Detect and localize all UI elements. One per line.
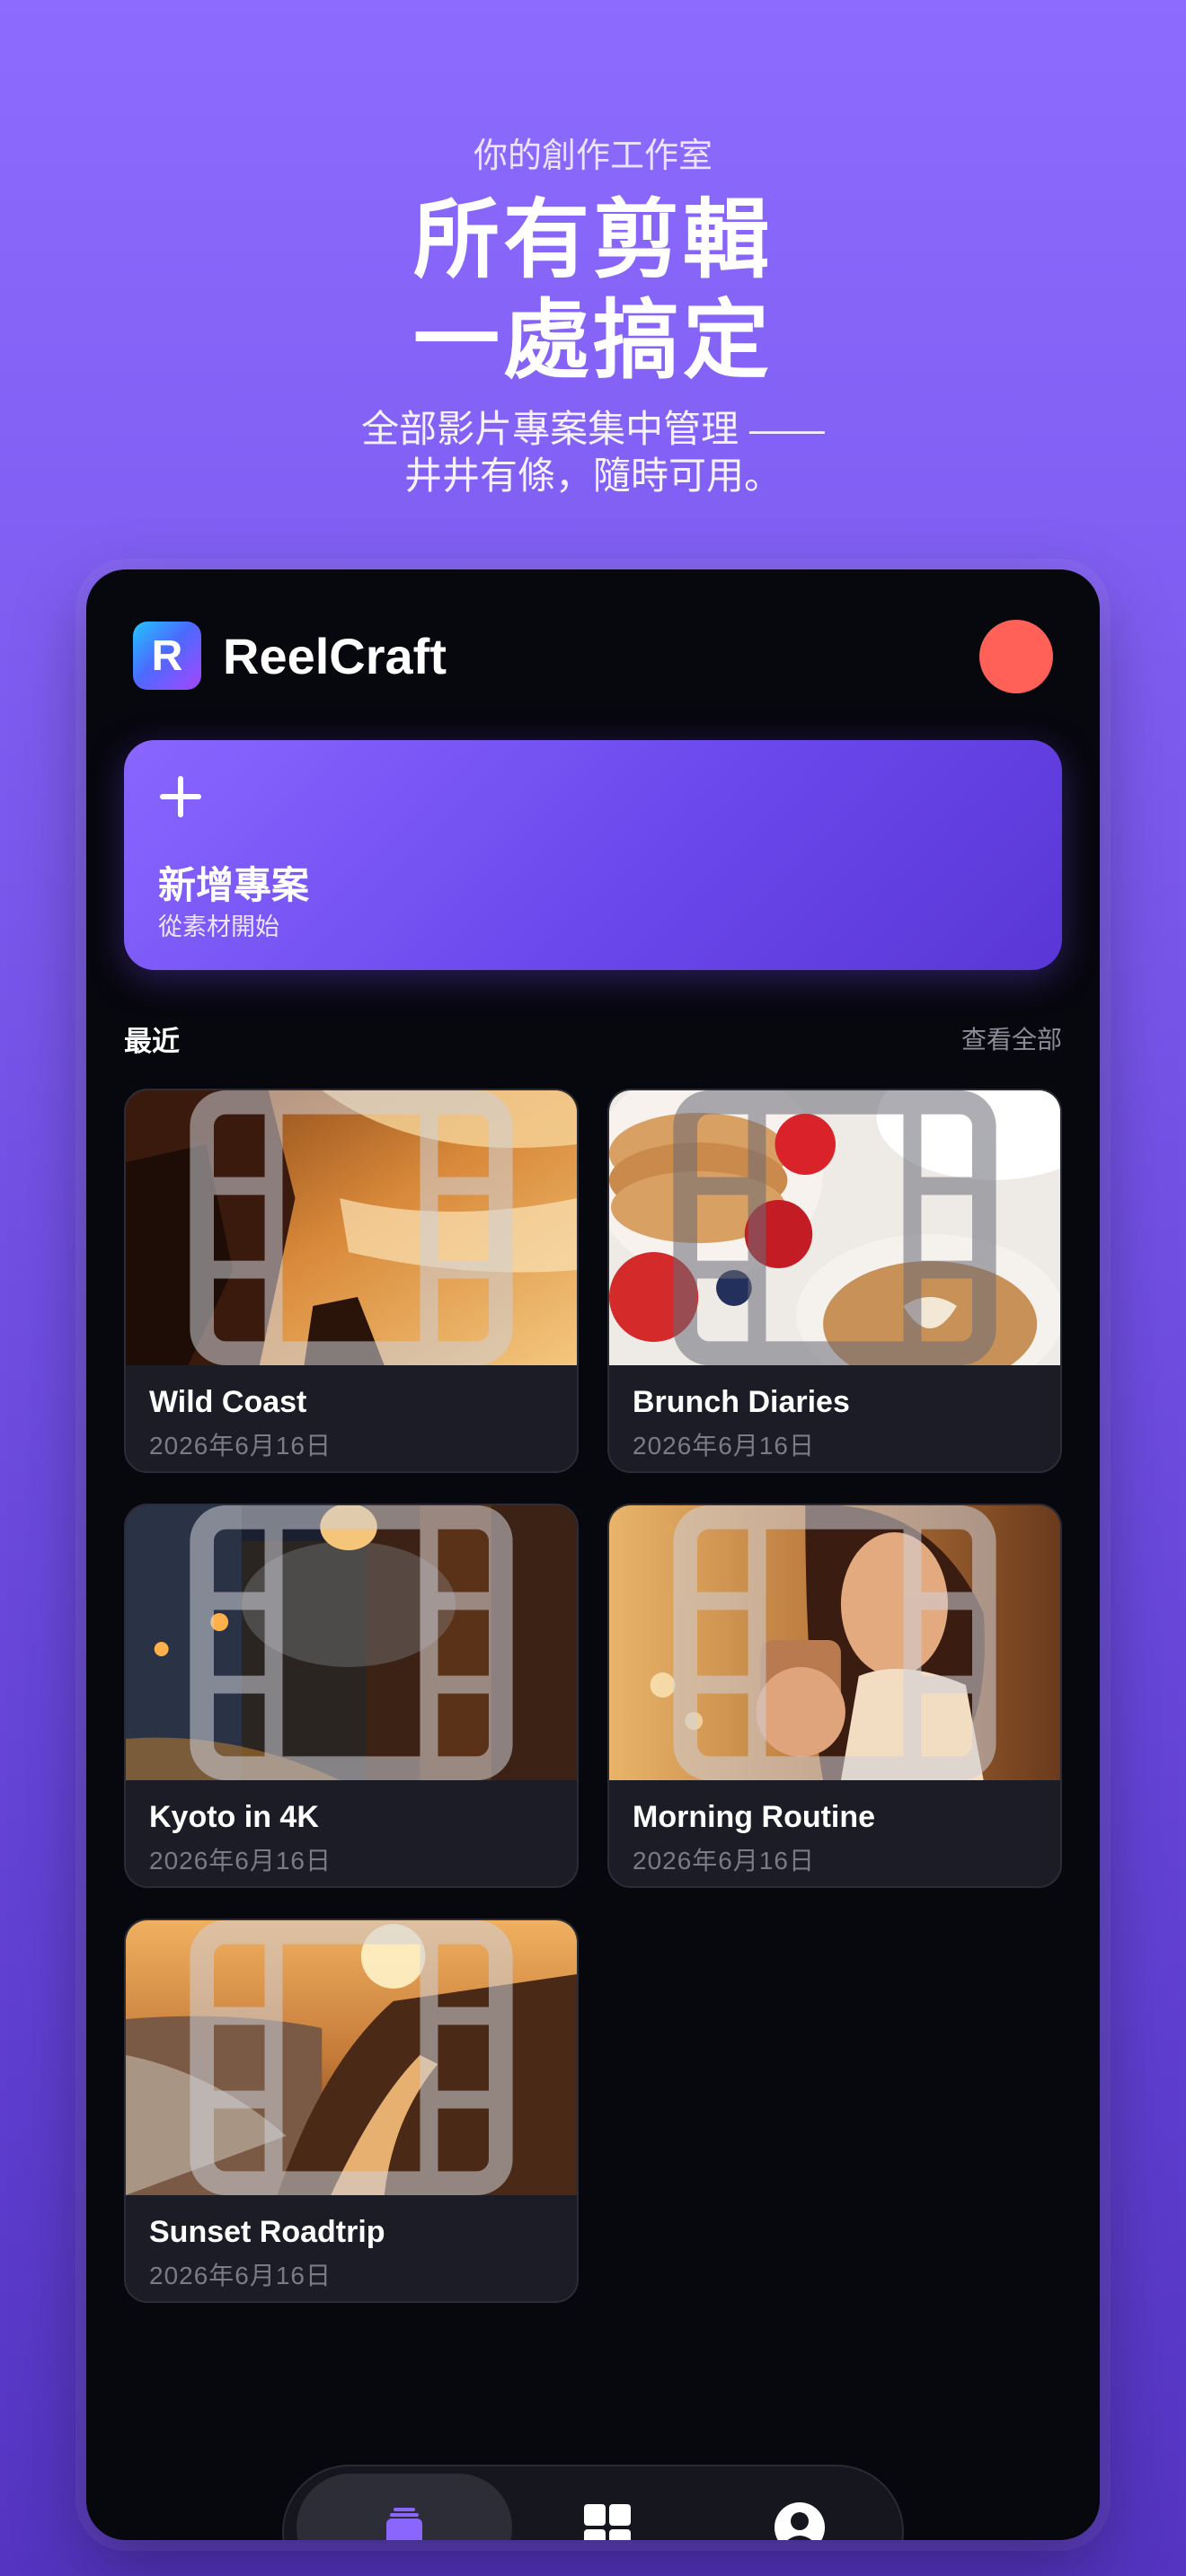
hero-subline-line1: 全部影片專案集中管理 —— — [361, 408, 825, 450]
app-title: ReelCraft — [223, 628, 447, 684]
recent-section-title: 最近 — [124, 1026, 180, 1057]
film-icon — [190, 1505, 513, 1780]
project-thumbnail — [126, 1920, 577, 2195]
project-date: 2026年6月16日 — [149, 2262, 332, 2289]
project-thumbnail — [609, 1090, 1060, 1365]
bottom-tab-bar — [282, 2465, 904, 2540]
project-card-morning-routine[interactable]: Morning Routine 2026年6月16日 — [607, 1504, 1062, 1888]
hero-subline-line2: 井井有條，隨時可用。 — [403, 454, 782, 497]
avatar[interactable] — [979, 620, 1053, 693]
project-date: 2026年6月16日 — [633, 1432, 816, 1460]
project-card-brunch-diaries[interactable]: Brunch Diaries 2026年6月16日 — [607, 1089, 1062, 1473]
tab-projects[interactable] — [296, 2474, 512, 2540]
project-card-sunset-roadtrip[interactable]: Sunset Roadtrip 2026年6月16日 — [124, 1919, 579, 2303]
hero-headline-line2: 一處搞定 — [413, 293, 773, 389]
hero-headline: 所有剪輯 一處搞定 — [0, 190, 1186, 392]
project-card-kyoto[interactable]: Kyoto in 4K 2026年6月16日 — [124, 1504, 579, 1888]
project-title: Morning Routine — [633, 1800, 876, 1834]
new-project-title: 新增專案 — [158, 864, 310, 906]
project-card-wild-coast[interactable]: Wild Coast 2026年6月16日 — [124, 1089, 579, 1473]
new-project-button[interactable]: 新增專案 從素材開始 — [124, 740, 1062, 970]
project-thumbnail — [126, 1090, 577, 1365]
film-icon — [190, 1090, 513, 1365]
project-date: 2026年6月16日 — [149, 1432, 332, 1460]
project-title: Kyoto in 4K — [149, 1800, 319, 1834]
film-icon — [673, 1090, 996, 1365]
logo-letter: R — [152, 632, 183, 680]
app-header: R ReelCraft — [86, 569, 1100, 749]
projects-icon — [386, 2508, 422, 2540]
film-icon — [190, 1920, 513, 2195]
project-date: 2026年6月16日 — [633, 1847, 816, 1875]
hero-subline: 全部影片專案集中管理 —— 井井有條，隨時可用。 — [0, 406, 1186, 499]
project-title: Sunset Roadtrip — [149, 2215, 385, 2249]
hero-headline-line1: 所有剪輯 — [413, 192, 773, 288]
new-project-subtitle: 從素材開始 — [158, 913, 279, 940]
app-logo-icon: R — [133, 622, 201, 690]
grid-icon — [584, 2504, 631, 2540]
tab-profile[interactable] — [746, 2474, 854, 2540]
project-thumbnail — [609, 1505, 1060, 1780]
project-date: 2026年6月16日 — [149, 1847, 332, 1875]
profile-icon — [774, 2502, 825, 2540]
project-thumbnail — [126, 1505, 577, 1780]
project-title: Brunch Diaries — [633, 1385, 850, 1419]
hero-eyebrow: 你的創作工作室 — [473, 137, 712, 175]
film-icon — [673, 1505, 996, 1780]
phone-screen: R ReelCraft 新增專案 從素材開始 最近 查看全部 Wild Coas… — [86, 569, 1100, 2540]
tab-grid[interactable] — [553, 2474, 661, 2540]
view-all-link[interactable]: 查看全部 — [961, 1020, 1062, 1056]
plus-icon — [158, 774, 203, 819]
project-title: Wild Coast — [149, 1385, 307, 1419]
